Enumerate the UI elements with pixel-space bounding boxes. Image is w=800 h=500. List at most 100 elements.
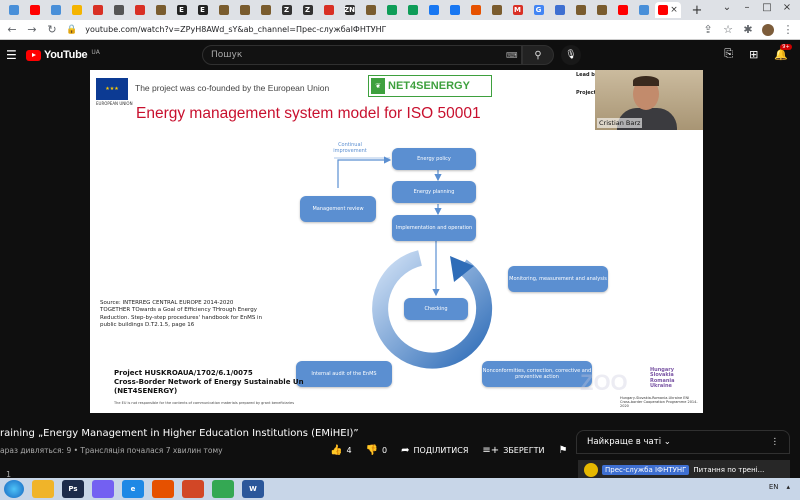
create-video-icon[interactable]: ⎘ [724, 47, 733, 61]
letter-icon: E [197, 5, 208, 15]
project-info: Project HUSKROAUA/1702/6.1/0075 Cross-Bo… [114, 369, 344, 396]
project-short: (NET4SENERGY) [114, 387, 178, 396]
search-input[interactable]: Пошук [202, 45, 522, 65]
browser-tab[interactable]: E [172, 2, 191, 18]
menu-icon[interactable]: ⋮ [782, 23, 794, 36]
video-player[interactable]: ★★★ EUROPEAN UNION The project was co-fo… [90, 70, 703, 413]
project-code: Project HUSKROAUA/1702/6.1/0075 [114, 369, 253, 377]
like-count: 4 [346, 446, 352, 455]
doc-icon [50, 5, 61, 15]
browser-tab[interactable] [130, 2, 149, 18]
reload-icon[interactable]: ↻ [46, 23, 58, 36]
windows-taskbar: Ps e W [0, 478, 800, 500]
ie-icon[interactable]: e [122, 480, 144, 498]
search-button[interactable]: ⚲ [522, 45, 554, 65]
browser-tab[interactable] [88, 2, 107, 18]
disclaimer: The EU is not responsible for the conten… [114, 401, 295, 405]
url-field[interactable]: youtube.com/watch?v=ZPyH8AWd_sY&ab_chann… [85, 25, 694, 34]
browser-tab[interactable] [571, 2, 590, 18]
language-indicator[interactable]: EN [769, 483, 779, 491]
letter-icon: ZN [344, 5, 355, 15]
media-icon[interactable] [152, 480, 174, 498]
viber-icon[interactable] [92, 480, 114, 498]
browser-tab[interactable] [592, 2, 611, 18]
browser-tab[interactable] [361, 2, 380, 18]
tab-search-icon[interactable]: ⌄ [720, 2, 734, 13]
browser-tab[interactable] [382, 2, 401, 18]
browser-tab[interactable] [445, 2, 464, 18]
save-button[interactable]: ≡+ ЗБЕРЕГТИ [482, 445, 544, 456]
gmail-icon: M [512, 5, 523, 15]
browser-tab[interactable]: E [193, 2, 212, 18]
photo-icon [470, 5, 481, 15]
youtube-header-actions: ⎘ ⊞ 🔔 9+ [724, 43, 792, 61]
youtube-logo[interactable]: YouTube UA [26, 49, 100, 61]
crest-icon [260, 5, 271, 15]
notifications-button[interactable]: 🔔 9+ [774, 43, 792, 61]
extensions-icon[interactable]: ✱ [742, 23, 754, 36]
browser-tab[interactable]: Z [277, 2, 296, 18]
dislike-button[interactable]: 👎 0 [366, 445, 388, 456]
back-icon[interactable]: ← [6, 23, 18, 36]
share-button[interactable]: ➦ ПОДІЛИТИСЯ [401, 445, 468, 456]
maximize-icon[interactable]: □ [760, 2, 774, 13]
close-window-icon[interactable]: × [780, 2, 794, 13]
voice-search-button[interactable]: 🎙 [561, 45, 581, 65]
doc-icon [8, 5, 19, 15]
report-button[interactable]: ⚑ [559, 445, 568, 456]
bookmark-star-icon[interactable]: ☆ [722, 23, 734, 36]
like-button[interactable]: 👍 4 [330, 445, 352, 456]
share-icon[interactable]: ⇪ [702, 23, 714, 36]
browser-tab[interactable] [424, 2, 443, 18]
browser-tab[interactable] [4, 2, 23, 18]
notification-count-badge: 9+ [780, 43, 792, 50]
google-icon: G [533, 5, 544, 15]
photoshop-icon[interactable]: Ps [62, 480, 84, 498]
video-actions: 👍 4 👎 0 ➦ ПОДІЛИТИСЯ ≡+ ЗБЕРЕГТИ ⚑ [330, 445, 567, 456]
browser-tab[interactable] [613, 2, 632, 18]
browser-tab[interactable] [46, 2, 65, 18]
browser-tab[interactable]: Z [298, 2, 317, 18]
browser-tab[interactable] [235, 2, 254, 18]
pinned-chat-message[interactable]: Прес-служба ІФНТУНГ Питання по трені... [578, 460, 790, 480]
browser-tab[interactable] [67, 2, 86, 18]
share-arrow-icon: ➦ [401, 445, 410, 456]
word-icon[interactable]: W [242, 480, 264, 498]
close-tab-icon[interactable]: × [670, 5, 678, 15]
start-button[interactable] [4, 480, 24, 498]
browser-tab[interactable]: G [529, 2, 548, 18]
minimize-icon[interactable]: – [740, 2, 754, 13]
profile-avatar[interactable] [762, 23, 774, 36]
folder-icon[interactable] [32, 480, 54, 498]
browser-tab[interactable] [634, 2, 653, 18]
country-code: UA [91, 48, 100, 56]
browser-tab[interactable]: ZN [340, 2, 359, 18]
zoom-watermark: ZOO [580, 370, 628, 395]
browser-tab[interactable] [550, 2, 569, 18]
powerpoint-icon[interactable] [182, 480, 204, 498]
browser-tab[interactable] [403, 2, 422, 18]
forward-icon[interactable]: → [26, 23, 38, 36]
youtube-icon [617, 5, 628, 15]
active-browser-tab[interactable]: × [655, 2, 681, 18]
browser-tab[interactable] [487, 2, 506, 18]
apps-grid-icon[interactable]: ⊞ [749, 48, 758, 61]
browser-tab[interactable]: M [508, 2, 527, 18]
keyboard-icon[interactable]: ⌨ [506, 51, 518, 60]
browser-tab[interactable] [466, 2, 485, 18]
hamburger-menu-icon[interactable]: ☰ [6, 48, 20, 62]
chat-menu-icon[interactable]: ⋮ [771, 437, 780, 447]
facebook-icon [428, 5, 439, 15]
tray-arrow-icon[interactable]: ▴ [786, 483, 790, 491]
browser-tab[interactable] [25, 2, 44, 18]
lock-icon[interactable]: 🔒 [66, 25, 77, 35]
chrome-icon[interactable] [212, 480, 234, 498]
browser-tab[interactable] [214, 2, 233, 18]
chat-mode-selector[interactable]: Найкраще в чаті ⌄ [587, 437, 671, 447]
browser-tab[interactable] [319, 2, 338, 18]
browser-tab[interactable] [109, 2, 128, 18]
browser-tab[interactable] [151, 2, 170, 18]
browser-tab[interactable] [256, 2, 275, 18]
flag-icon [554, 5, 565, 15]
new-tab-button[interactable]: + [689, 2, 705, 18]
